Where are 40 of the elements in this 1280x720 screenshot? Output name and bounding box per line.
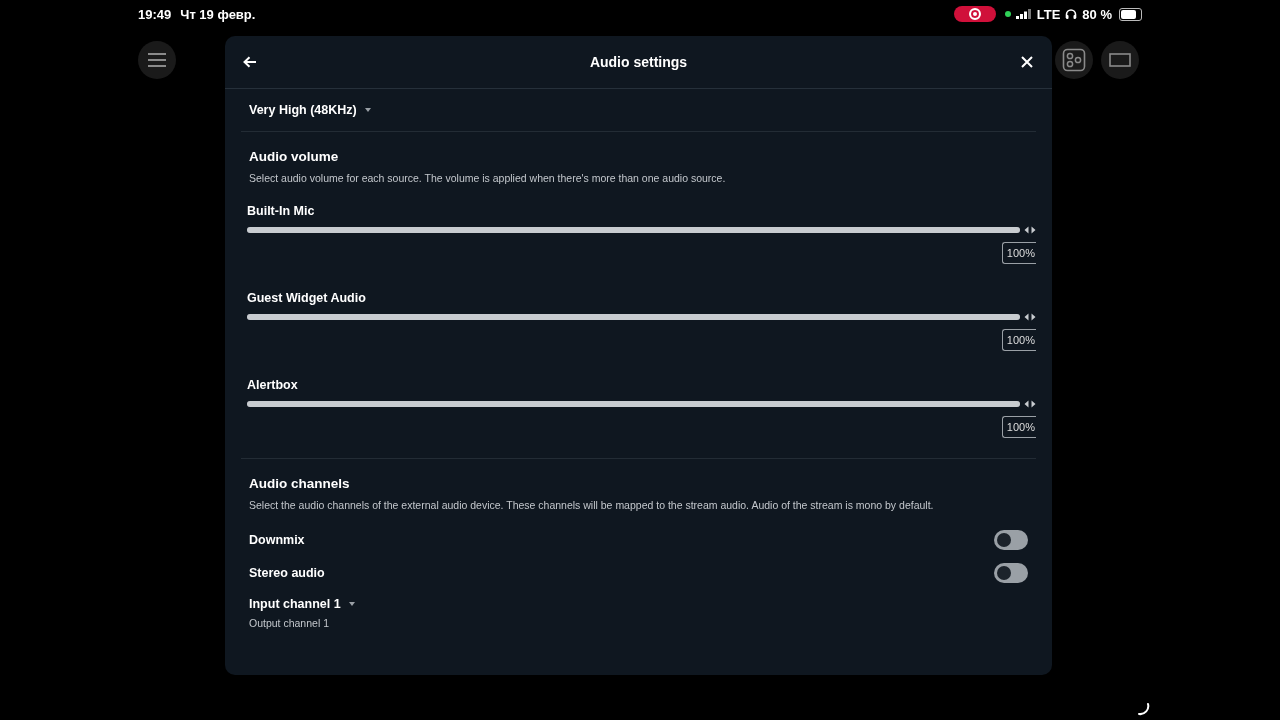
volume-value-field[interactable]: 100%	[1001, 416, 1036, 438]
slider-handle[interactable]	[1024, 400, 1036, 408]
camera-layout-button[interactable]	[1055, 41, 1093, 79]
network-label: LTE	[1036, 6, 1061, 22]
volume-slider[interactable]	[247, 314, 1020, 320]
battery-percent: 80 %	[1082, 6, 1112, 22]
input-channel-dropdown[interactable]: Input channel 1	[249, 597, 355, 611]
volume-value-field[interactable]: 100%	[1001, 329, 1036, 351]
back-arrow-icon	[243, 56, 257, 68]
toggle-label: Stereo audio	[249, 565, 325, 580]
output-channel-label: Output channel 1	[248, 616, 330, 629]
toggle-switch[interactable]	[994, 529, 1028, 550]
volume-slider[interactable]	[247, 401, 1020, 407]
volume-slider[interactable]	[247, 227, 1020, 233]
toggle-label: Downmix	[249, 532, 305, 547]
source-label: Built-In Mic	[247, 204, 316, 218]
section-heading: Audio channels	[249, 476, 351, 491]
rectangle-icon	[1109, 53, 1131, 67]
section-description: Select audio volume for each source. The volume is applied when there's more than one audio source.	[249, 172, 727, 184]
quality-dropdown[interactable]: Very High (48KHz)	[249, 103, 371, 117]
signal-icon	[1015, 9, 1032, 19]
slider-handle[interactable]	[1024, 313, 1036, 321]
slider-handle[interactable]	[1024, 226, 1036, 234]
screen-button[interactable]	[1101, 41, 1139, 79]
close-icon	[1021, 56, 1033, 68]
source-label: Guest Widget Audio	[247, 291, 367, 305]
battery-icon	[1119, 7, 1142, 21]
section-heading: Audio volume	[249, 149, 340, 164]
menu-button[interactable]	[138, 41, 176, 79]
dialog-title: Audio settings	[589, 54, 688, 70]
toggle-switch[interactable]	[994, 562, 1028, 583]
source-label: Alertbox	[247, 378, 299, 392]
loading-spinner-icon	[1136, 702, 1150, 716]
circles-layout-icon	[1062, 48, 1086, 72]
volume-value-field[interactable]: 100%	[1001, 242, 1036, 264]
status-date: Чт 19 февр.	[180, 6, 256, 22]
menu-icon	[148, 53, 166, 67]
section-description: Select the audio channels of the external audio device. These channels will be mapped to the stream audio. Audio of the stream is mono by default.	[249, 499, 935, 511]
headphones-icon	[1065, 8, 1078, 20]
status-time: 19:49	[138, 6, 172, 22]
